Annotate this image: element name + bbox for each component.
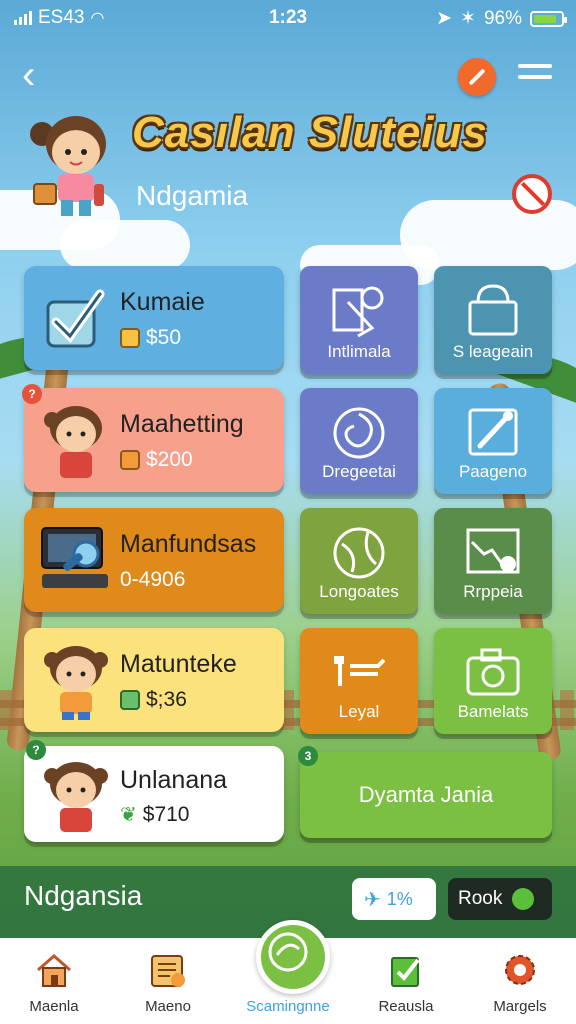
price-value: 0-4906 [120, 568, 186, 591]
card-price: $;36 [120, 688, 187, 712]
nav-label: Maenla [29, 998, 79, 1015]
character-avatar [44, 646, 108, 720]
tile-label: S leageain [452, 342, 534, 361]
card-title: Maahetting [120, 410, 244, 438]
twitter-share-button[interactable]: ✈ 1% [352, 878, 436, 920]
nav-item-results[interactable]: Reausla [356, 938, 456, 1015]
price-value: $710 [142, 802, 190, 826]
twitter-count: 1% [386, 888, 413, 909]
twitter-icon: ✈ [364, 888, 381, 911]
card-item[interactable]: ? Unlanana ❦ $710 [24, 740, 284, 842]
player-avatar[interactable] [28, 104, 118, 224]
calendar-icon [151, 955, 185, 987]
pencil-icon [468, 408, 518, 456]
card-price: ❦ $710 [120, 802, 189, 827]
wide-button-label: Dyamta Jania [358, 782, 494, 807]
tile-label: Paageno [458, 462, 528, 481]
tile-button[interactable]: Paageno [434, 388, 552, 494]
card-price: $50 [120, 326, 181, 350]
home-icon [37, 954, 71, 987]
cash-icon [120, 690, 140, 710]
coin-icon [120, 328, 140, 348]
price-value: $;36 [146, 688, 187, 711]
battery-icon [530, 10, 567, 27]
card-title: Kumaie [120, 288, 205, 316]
computer-icon [41, 527, 108, 588]
card-item[interactable]: Kumaie $50 [24, 266, 284, 370]
tile-button[interactable]: Intlimala [300, 266, 418, 374]
wide-action-button[interactable]: 3 Dyamta Jania [298, 746, 552, 838]
card-title: Manfundsas [120, 530, 257, 558]
scan-icon [268, 932, 308, 972]
puzzle-icon [332, 286, 384, 338]
card-title: Matunteke [120, 650, 237, 678]
tile-label: Intlimala [327, 342, 391, 361]
edit-button[interactable] [458, 58, 496, 96]
settings-icon [505, 955, 535, 985]
page-subtitle: Ndgamia [136, 180, 249, 211]
rook-button[interactable]: Rook [448, 878, 552, 920]
bluetooth-icon: ✶ [460, 8, 476, 29]
rook-label: Rook [458, 888, 503, 909]
price-value: $200 [146, 448, 193, 471]
tile-label: Rrppeia [463, 582, 523, 601]
wide-badge: 3 [298, 746, 318, 766]
chat-icon [512, 888, 535, 910]
page-title: Casılan Sluteius [132, 108, 488, 157]
menu-button[interactable] [518, 64, 552, 90]
tile-button[interactable]: Longoates [300, 508, 418, 614]
section-title: Ndgansia [24, 880, 143, 911]
tile-button[interactable]: Bamelats [434, 628, 552, 734]
leaf-icon: ❦ [120, 804, 137, 826]
nav-label: Reausla [378, 998, 434, 1015]
card-item[interactable]: ? Maahetting $200 [22, 384, 284, 492]
nav-item-home[interactable]: Maenla [4, 938, 104, 1015]
tile-label: Longoates [319, 582, 399, 601]
price-value: $50 [146, 326, 182, 349]
nav-label: Scamingnne [246, 998, 330, 1015]
tile-button[interactable]: Leyal [300, 628, 418, 734]
card-price: 0-4906 [120, 568, 185, 592]
tile-label: Bamelats [457, 702, 529, 721]
globe-icon [333, 527, 385, 579]
nav-item-settings[interactable]: Margels [470, 938, 570, 1015]
tile-label: Leyal [338, 702, 380, 721]
scan-button[interactable] [256, 920, 330, 994]
card-item[interactable]: Manfundsas 0-4906 [24, 508, 284, 612]
status-bar: ES43 ◠ 1:23 ➤ ✶ 96% [0, 0, 576, 34]
checklist-icon [391, 957, 420, 987]
cloud [60, 220, 190, 270]
nav-label: Margels [493, 998, 547, 1015]
bag-icon [468, 284, 518, 336]
tile-button[interactable]: Rrppeia [434, 508, 552, 614]
back-button[interactable]: ‹ [22, 55, 52, 95]
map-icon [466, 528, 520, 574]
tile-label: Dregeetai [322, 462, 396, 481]
card-badge: ? [22, 384, 42, 404]
swirl-icon [333, 407, 385, 459]
no-sound-icon[interactable] [512, 174, 552, 214]
battery-percent: 96% [483, 7, 522, 29]
tile-button[interactable]: Dregeetai [300, 388, 418, 494]
nav-label: Maeno [145, 998, 191, 1015]
card-item[interactable]: Matunteke $;36 [24, 628, 284, 732]
character-avatar [44, 406, 102, 478]
location-icon: ➤ [436, 8, 453, 29]
gift-icon [120, 450, 140, 470]
nav-item-calendar[interactable]: Maeno [118, 938, 218, 1015]
tile-button[interactable]: S leageain [434, 266, 552, 374]
card-title: Unlanana [120, 766, 228, 794]
camera-icon [466, 648, 520, 696]
character-avatar [44, 762, 108, 832]
sign-icon [334, 656, 386, 686]
checkbox-icon [46, 289, 105, 348]
card-price: $200 [120, 448, 193, 472]
